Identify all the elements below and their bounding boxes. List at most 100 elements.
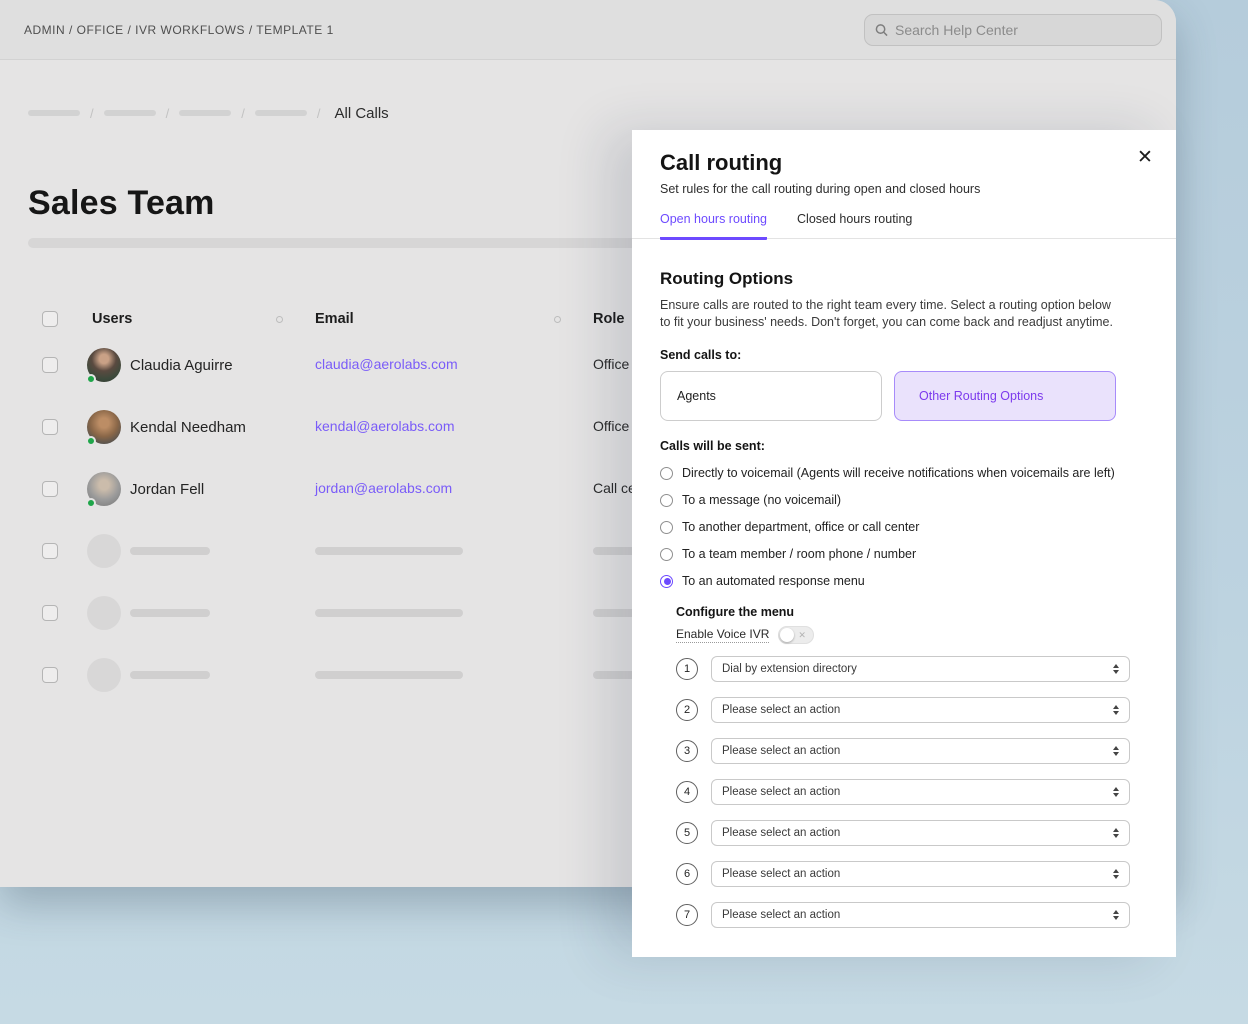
toggle-knob	[780, 628, 794, 642]
configure-menu-label: Configure the menu	[676, 605, 1130, 619]
ivr-menu-row: 2 Please select an action	[676, 697, 1130, 723]
breadcrumb: ADMIN / OFFICE / IVR WORKFLOWS / TEMPLAT…	[24, 23, 334, 37]
row-checkbox[interactable]	[42, 419, 58, 435]
radio-option[interactable]: To a message (no voicemail)	[660, 493, 1130, 507]
select-updown-icon	[1113, 910, 1119, 920]
drawer-subtitle: Set rules for the call routing during op…	[660, 182, 1130, 196]
sort-icon[interactable]	[276, 316, 283, 323]
action-select[interactable]: Please select an action	[711, 902, 1130, 928]
radio-button[interactable]	[660, 494, 673, 507]
breadcrumb-skeleton	[255, 110, 307, 116]
radio-option[interactable]: Directly to voicemail (Agents will recei…	[660, 466, 1130, 480]
send-calls-label: Send calls to:	[660, 348, 1130, 362]
breadcrumb-skeleton	[104, 110, 156, 116]
online-status-dot	[86, 374, 96, 384]
routing-options-title: Routing Options	[660, 269, 1130, 289]
menu-key-badge: 1	[676, 658, 698, 680]
ivr-menu-row: 3Please select an action	[676, 738, 1130, 764]
calls-sent-label: Calls will be sent:	[660, 439, 1130, 453]
user-email-link[interactable]: kendal@aerolabs.com	[315, 418, 455, 434]
search-icon	[875, 23, 888, 37]
radio-button[interactable]	[660, 467, 673, 480]
breadcrumb-separator: /	[241, 106, 245, 121]
user-role: Call ce	[593, 480, 636, 496]
breadcrumb-separator: /	[166, 106, 170, 121]
action-select-value: Please select an action	[722, 909, 1113, 921]
column-header-email[interactable]: Email	[315, 311, 354, 327]
select-updown-icon	[1113, 787, 1119, 797]
radio-label: To a message (no voicemail)	[682, 493, 841, 507]
top-bar: ADMIN / OFFICE / IVR WORKFLOWS / TEMPLAT…	[0, 0, 1176, 60]
ivr-menu-row: 7 Please select an action	[676, 902, 1130, 928]
select-all-checkbox[interactable]	[42, 311, 58, 327]
user-role: Office	[593, 356, 629, 372]
user-email-link[interactable]: jordan@aerolabs.com	[315, 480, 452, 496]
online-status-dot	[86, 498, 96, 508]
name-skeleton	[130, 671, 210, 679]
action-select[interactable]: Please select an action	[711, 697, 1130, 723]
column-header-role[interactable]: Role	[593, 311, 624, 327]
action-select-value: Please select an action	[722, 786, 1113, 798]
radio-button[interactable]	[660, 521, 673, 534]
action-select-value: Please select an action	[722, 704, 1113, 716]
help-center-search[interactable]	[864, 14, 1162, 46]
routing-options-description: Ensure calls are routed to the right tea…	[660, 297, 1122, 330]
voice-ivr-toggle[interactable]: ✕	[778, 626, 814, 644]
ivr-menu-row: 5Please select an action	[676, 820, 1130, 846]
radio-label: To an automated response menu	[682, 574, 865, 588]
action-select-value: Please select an action	[722, 868, 1113, 880]
enable-ivr-row: Enable Voice IVR ✕	[676, 626, 1130, 644]
action-select[interactable]: Please select an action	[711, 779, 1130, 805]
other-routing-options-button[interactable]: Other Routing Options	[894, 371, 1116, 421]
action-select[interactable]: Please select an action	[711, 738, 1130, 764]
user-email-link[interactable]: claudia@aerolabs.com	[315, 356, 458, 372]
ivr-menu-row: 4 Please select an action	[676, 779, 1130, 805]
user-name: Kendal Needham	[130, 419, 246, 436]
menu-key-badge: 4	[676, 781, 698, 803]
breadcrumb-skeleton	[179, 110, 231, 116]
row-checkbox[interactable]	[42, 481, 58, 497]
breadcrumb-separator: /	[317, 106, 321, 121]
action-select-value: Please select an action	[722, 745, 1113, 757]
avatar	[87, 348, 121, 382]
select-updown-icon	[1113, 705, 1119, 715]
action-select[interactable]: Please select an action	[711, 861, 1130, 887]
call-routing-drawer: ✕ Call routing Set rules for the call ro…	[632, 130, 1176, 957]
name-skeleton	[130, 609, 210, 617]
row-checkbox[interactable]	[42, 357, 58, 373]
sort-icon[interactable]	[554, 316, 561, 323]
radio-label: To a team member / room phone / number	[682, 547, 916, 561]
action-select[interactable]: Dial by extension directory	[711, 656, 1130, 682]
radio-button[interactable]	[660, 548, 673, 561]
row-checkbox[interactable]	[42, 667, 58, 683]
send-calls-options: AgentsOther Routing Options	[660, 371, 1130, 421]
calls-sent-radio-group: Directly to voicemail (Agents will recei…	[660, 466, 1130, 588]
radio-button[interactable]	[660, 575, 673, 588]
column-header-users[interactable]: Users	[92, 311, 132, 327]
email-skeleton	[315, 671, 463, 679]
radio-label: Directly to voicemail (Agents will recei…	[682, 466, 1115, 480]
radio-option[interactable]: To a team member / room phone / number	[660, 547, 1130, 561]
row-checkbox[interactable]	[42, 605, 58, 621]
avatar-skeleton	[87, 534, 121, 568]
close-icon[interactable]: ✕	[1132, 144, 1158, 170]
radio-option[interactable]: To another department, office or call ce…	[660, 520, 1130, 534]
tab-open-hours-routing[interactable]: Open hours routing	[660, 212, 767, 240]
menu-key-badge: 2	[676, 699, 698, 721]
tab-closed-hours-routing[interactable]: Closed hours routing	[797, 212, 912, 238]
action-select[interactable]: Please select an action	[711, 820, 1130, 846]
radio-label: To another department, office or call ce…	[682, 520, 919, 534]
agents-button[interactable]: Agents	[660, 371, 882, 421]
avatar-skeleton	[87, 596, 121, 630]
email-skeleton	[315, 547, 463, 555]
row-checkbox[interactable]	[42, 543, 58, 559]
ivr-menu-list: 1 Dial by extension directory 2 Please sele…	[676, 656, 1130, 928]
avatar	[87, 410, 121, 444]
search-input[interactable]	[895, 22, 1151, 38]
radio-option[interactable]: To an automated response menu	[660, 574, 1130, 588]
page-title: Sales Team	[28, 184, 215, 223]
toggle-off-x-icon: ✕	[798, 630, 806, 641]
action-select-value: Dial by extension directory	[722, 663, 1113, 675]
breadcrumb-current: All Calls	[335, 105, 389, 122]
menu-key-badge: 7	[676, 904, 698, 926]
